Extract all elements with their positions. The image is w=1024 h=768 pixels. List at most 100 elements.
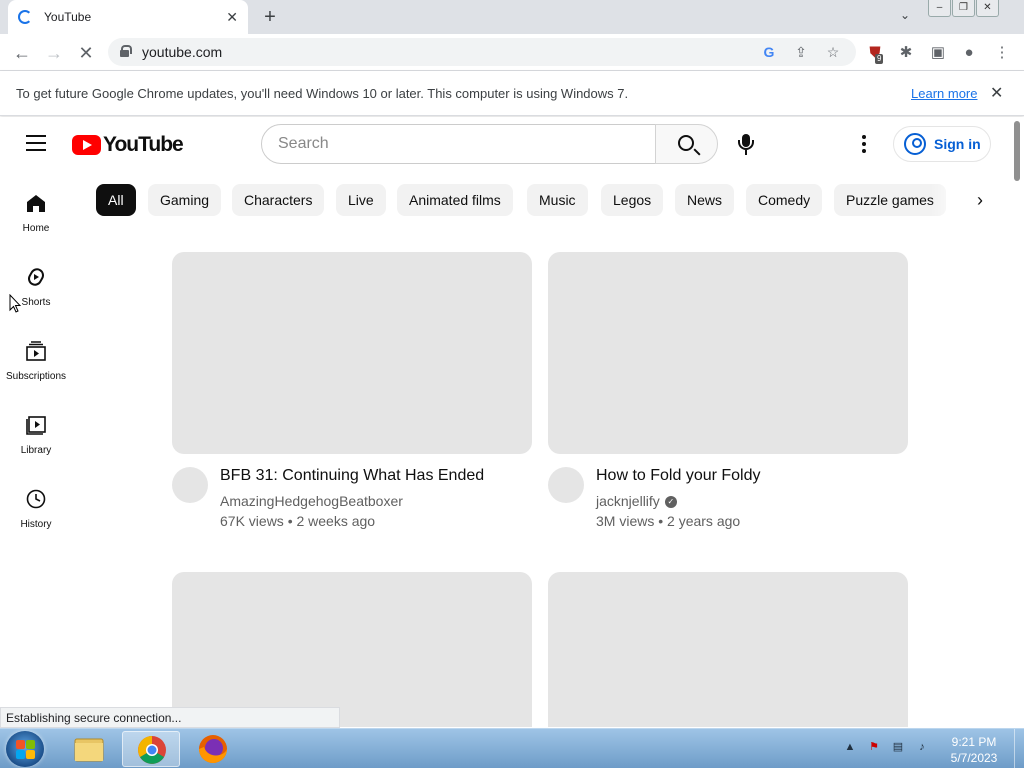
video-thumbnail[interactable] — [172, 252, 532, 454]
close-window-button[interactable]: ✕ — [976, 0, 999, 17]
chip-characters[interactable]: Characters — [232, 184, 325, 216]
settings-kebab-icon[interactable] — [862, 135, 866, 153]
shorts-icon — [28, 268, 44, 286]
sign-in-button[interactable]: Sign in — [893, 126, 991, 162]
windows-logo-piece — [26, 750, 35, 759]
firefox-icon — [199, 735, 227, 763]
update-infobar: To get future Google Chrome updates, you… — [0, 71, 1024, 116]
browser-toolbar: ← → ✕ youtube.com G ⇪ ☆ ⛊ 9 ✱ ▣ ● ⋮ — [0, 34, 1024, 71]
sign-in-label: Sign in — [934, 136, 981, 152]
browser-tab[interactable]: YouTube ✕ — [8, 0, 248, 34]
channel-name[interactable]: jacknjellify — [596, 493, 660, 509]
sidebar-item-subscriptions[interactable]: Subscriptions — [0, 325, 72, 399]
chip-animated-films[interactable]: Animated films — [397, 184, 513, 216]
google-icon[interactable]: G — [760, 43, 778, 61]
tab-title: YouTube — [44, 10, 92, 24]
youtube-play-icon — [72, 135, 101, 155]
action-center-flag-icon[interactable]: ⚑ — [866, 739, 882, 755]
channel-name-row[interactable]: jacknjellify ✓ — [596, 493, 677, 509]
sidebar-item-library[interactable]: Library — [0, 399, 72, 473]
show-desktop-button[interactable] — [1014, 729, 1024, 768]
restore-button[interactable]: ❐ — [952, 0, 975, 17]
sidebar-item-home[interactable]: Home — [0, 177, 72, 251]
search-input[interactable]: Search — [261, 124, 656, 164]
windows-taskbar: ▲ ⚑ ▤ ♪ 9:21 PM 5/7/2023 — [0, 728, 1024, 768]
chip-live[interactable]: Live — [336, 184, 386, 216]
logo-text: YouTube — [103, 133, 184, 156]
search-button[interactable] — [655, 124, 718, 164]
tab-strip: YouTube ✕ + ⌄ – ❐ ✕ — [0, 0, 1024, 34]
learn-more-link[interactable]: Learn more — [911, 86, 977, 101]
video-title[interactable]: BFB 31: Continuing What Has Ended — [220, 467, 484, 485]
taskbar-firefox[interactable] — [184, 731, 242, 767]
chip-legos[interactable]: Legos — [601, 184, 664, 216]
volume-icon[interactable]: ♪ — [914, 739, 930, 755]
profile-avatar-icon[interactable]: ● — [958, 42, 980, 64]
forward-button[interactable]: → — [43, 42, 65, 64]
ublock-extension-icon[interactable]: ⛊ 9 — [864, 42, 886, 64]
sidebar-label-subscriptions: Subscriptions — [5, 371, 67, 382]
chips-next-chevron-icon[interactable]: › — [968, 188, 992, 212]
windows-logo-piece — [16, 750, 25, 759]
video-thumbnail[interactable] — [548, 572, 908, 727]
bookmark-star-icon[interactable]: ☆ — [824, 43, 842, 61]
page-scrollbar[interactable] — [1011, 117, 1024, 727]
mouse-cursor-icon — [9, 294, 21, 313]
chrome-icon — [138, 736, 166, 764]
folder-icon — [74, 738, 104, 762]
sidebar-label-history: History — [20, 519, 52, 530]
channel-avatar[interactable] — [172, 467, 208, 503]
new-tab-button[interactable]: + — [259, 6, 281, 28]
sidebar-label-home: Home — [22, 223, 50, 234]
stop-button[interactable]: ✕ — [75, 42, 97, 64]
youtube-logo[interactable]: YouTube — [72, 133, 184, 157]
sidebar-item-shorts[interactable]: Shorts — [0, 251, 72, 325]
sidebar-item-history[interactable]: History — [0, 473, 72, 547]
system-tray: ▲ ⚑ ▤ ♪ — [842, 739, 938, 755]
taskbar-chrome[interactable] — [122, 731, 180, 767]
loading-spinner-icon — [18, 10, 32, 24]
video-thumbnail[interactable] — [172, 572, 532, 727]
channel-avatar[interactable] — [548, 467, 584, 503]
infobar-message: To get future Google Chrome updates, you… — [16, 86, 629, 101]
home-icon — [27, 195, 45, 212]
extensions-puzzle-icon[interactable]: ✱ — [895, 42, 917, 64]
side-panel-icon[interactable]: ▣ — [927, 42, 949, 64]
chip-all[interactable]: All — [96, 184, 136, 216]
chrome-menu-icon[interactable]: ⋮ — [991, 42, 1013, 64]
voice-search-mic-icon[interactable] — [737, 134, 755, 156]
windows-logo-piece — [26, 740, 35, 749]
url-text[interactable]: youtube.com — [142, 44, 222, 60]
chip-music[interactable]: Music — [527, 184, 588, 216]
video-meta: 67K views • 2 weeks ago — [220, 513, 376, 529]
chip-news[interactable]: News — [675, 184, 735, 216]
status-bubble: Establishing secure connection... — [0, 707, 340, 728]
youtube-page: YouTube Search Sign in Home Shorts Subsc… — [0, 117, 1024, 727]
chip-comedy[interactable]: Comedy — [746, 184, 823, 216]
share-icon[interactable]: ⇪ — [792, 43, 810, 61]
taskbar-clock[interactable]: 9:21 PM 5/7/2023 — [940, 734, 1008, 766]
tray-expand-icon[interactable]: ▲ — [842, 739, 858, 755]
minimize-button[interactable]: – — [928, 0, 951, 17]
taskbar-explorer[interactable] — [60, 731, 118, 767]
scrollbar-thumb[interactable] — [1014, 121, 1020, 181]
back-button[interactable]: ← — [11, 42, 33, 64]
search-icon — [678, 135, 694, 151]
infobar-close-icon[interactable]: ✕ — [990, 83, 1003, 103]
clock-time: 9:21 PM — [951, 735, 997, 749]
verified-check-icon: ✓ — [664, 496, 677, 509]
user-circle-icon — [904, 133, 926, 155]
guide-menu-icon[interactable] — [26, 135, 46, 151]
address-bar[interactable]: youtube.com G ⇪ ☆ — [108, 38, 856, 66]
tab-search-chevron-icon[interactable]: ⌄ — [896, 8, 914, 26]
lock-icon[interactable] — [120, 45, 132, 57]
chip-gaming[interactable]: Gaming — [148, 184, 222, 216]
video-thumbnail[interactable] — [548, 252, 908, 454]
video-title[interactable]: How to Fold your Foldy — [596, 467, 761, 485]
start-button[interactable] — [6, 731, 44, 767]
channel-name[interactable]: AmazingHedgehogBeatboxer — [220, 493, 403, 509]
extension-badge: 9 — [875, 54, 884, 64]
library-icon — [26, 416, 46, 435]
network-icon[interactable]: ▤ — [890, 739, 906, 755]
close-tab-icon[interactable]: ✕ — [226, 9, 238, 26]
